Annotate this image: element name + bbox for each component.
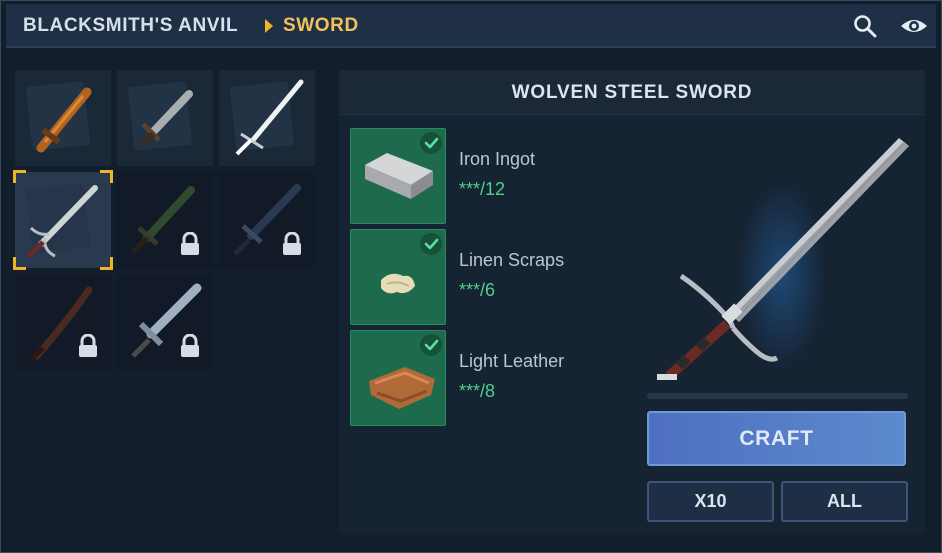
material-name: Light Leather	[459, 351, 565, 371]
lock-icon	[79, 334, 97, 357]
selection-corner	[100, 257, 113, 270]
wolven-steel-sword-preview	[657, 138, 909, 380]
recipe-slot-curved-sword[interactable]	[15, 274, 111, 370]
material-quantity: ***/6	[459, 280, 496, 300]
breadcrumb-separator-icon	[265, 19, 273, 33]
eye-icon[interactable]	[899, 13, 929, 39]
breadcrumb-current: SWORD	[283, 15, 359, 36]
check-icon	[420, 132, 442, 154]
selection-corner	[100, 170, 113, 183]
craft-button[interactable]: CRAFT	[647, 411, 906, 466]
recipe-slot-crystal-sword[interactable]	[117, 274, 213, 370]
lock-icon	[181, 232, 199, 255]
recipe-slot-dark-green-sword[interactable]	[117, 172, 213, 268]
recipe-detail-panel: WOLVEN STEEL SWORD Iron Ingot ***/12 Lin…	[339, 70, 925, 535]
selection-corner	[13, 257, 26, 270]
white-blade-icon	[235, 79, 304, 156]
recipe-slot-white-blade[interactable]	[219, 70, 315, 166]
detail-header: WOLVEN STEEL SWORD	[339, 70, 925, 115]
recipe-slot-dark-blue-sword[interactable]	[219, 172, 315, 268]
material-quantity: ***/12	[459, 179, 506, 199]
wooden-sword-icon	[36, 87, 92, 153]
material-slot-light-leather[interactable]	[350, 330, 446, 426]
material-name: Linen Scraps	[459, 250, 565, 270]
wolven-steel-sword-icon	[27, 185, 98, 258]
craft-x10-button[interactable]: X10	[647, 481, 774, 522]
breadcrumb-location[interactable]: BLACKSMITH'S ANVIL	[23, 15, 238, 37]
material-slot-linen-scraps[interactable]	[350, 229, 446, 325]
lock-icon	[283, 232, 301, 255]
recipe-slot-bronze-sword[interactable]	[117, 70, 213, 166]
craft-progress-bar	[647, 393, 908, 399]
craft-all-button[interactable]: ALL	[781, 481, 908, 522]
search-icon[interactable]	[852, 13, 878, 39]
material-slot-iron-ingot[interactable]	[350, 128, 446, 224]
check-icon	[420, 233, 442, 255]
selection-corner	[13, 170, 26, 183]
crafting-window: BLACKSMITH'S ANVIL SWORD WOLVEN STEEL SW…	[0, 0, 942, 553]
recipe-title: WOLVEN STEEL SWORD	[511, 82, 753, 103]
bronze-sword-icon	[138, 90, 193, 149]
check-icon	[420, 334, 442, 356]
title-bar: BLACKSMITH'S ANVIL SWORD	[6, 4, 936, 48]
material-quantity: ***/8	[459, 381, 496, 401]
material-name: Iron Ingot	[459, 149, 536, 169]
lock-icon	[181, 334, 199, 357]
recipe-slot-wooden-sword[interactable]	[15, 70, 111, 166]
recipe-slot-wolven-steel-sword[interactable]	[13, 170, 113, 270]
